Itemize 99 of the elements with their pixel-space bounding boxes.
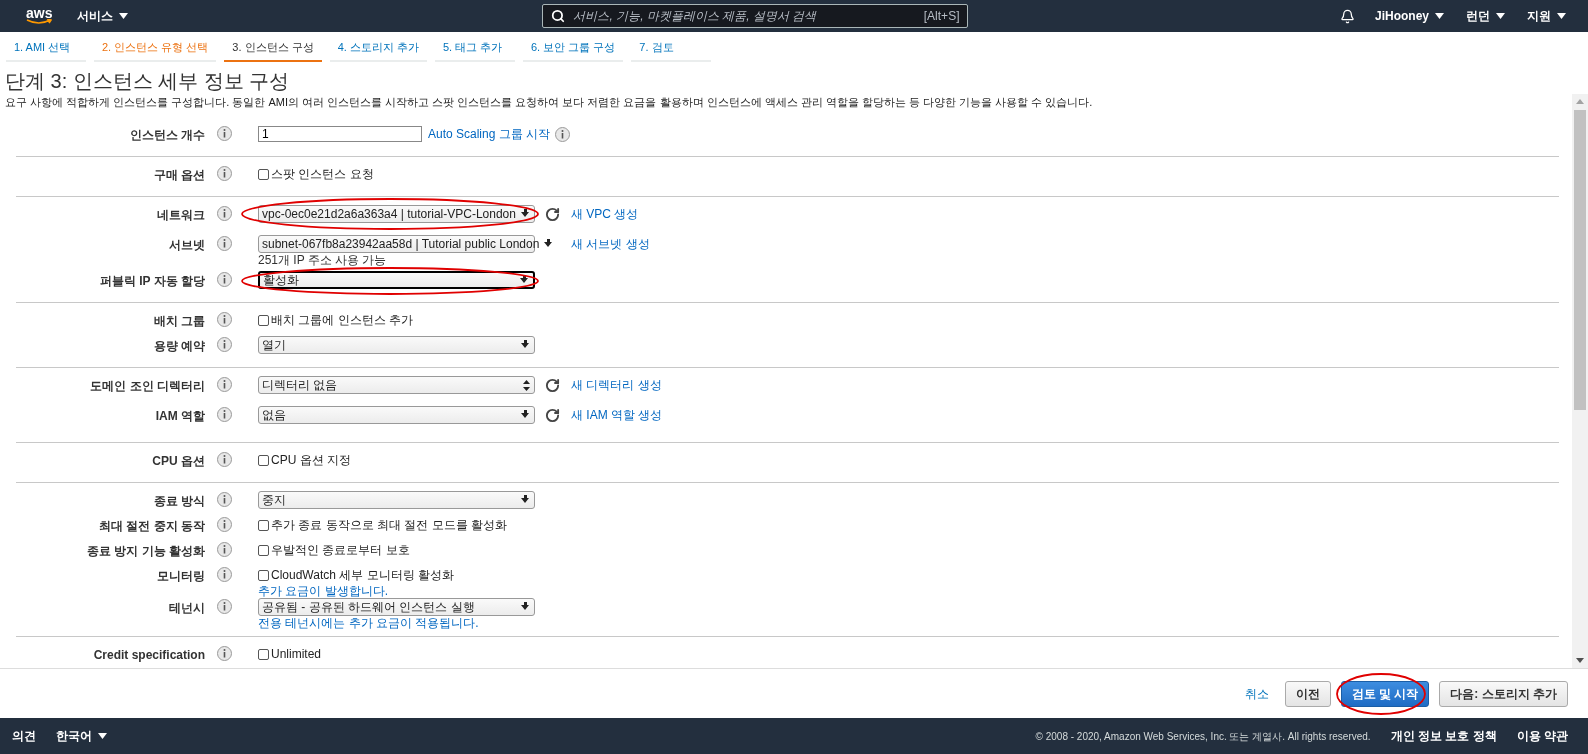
link[interactable]: 새 IAM 역할 생성 bbox=[571, 406, 663, 424]
field-label: 종료 방식 bbox=[152, 493, 205, 510]
description-text: 요구 사항에 적합하게 인스턴스를 구성합니다. 동일한 AMI의 여러 인스턴스를 시작하고 스팟 인스턴스를 요청하여 보다 저렴한 요금을 활용하며 인스턴스에 액세스 관리 역할을 할당하는 등 다양한 기능을 사용할 수 있습니다. bbox=[5, 95, 1094, 110]
select-field[interactable]: 열기 bbox=[258, 336, 535, 354]
select-field[interactable]: 활성화 bbox=[258, 271, 535, 289]
review-launch-button[interactable]: 검토 및 시작 bbox=[1340, 680, 1430, 707]
step-tab[interactable]: 7. 검토 bbox=[631, 34, 712, 62]
link[interactable]: 전용 테넌시에는 추가 요금이 적용됩니다. bbox=[258, 616, 535, 630]
step-tab[interactable]: 3. 인스턴스 구성 bbox=[224, 34, 322, 62]
caret-icon bbox=[98, 733, 107, 739]
info-icon[interactable] bbox=[217, 312, 232, 327]
refresh-icon[interactable] bbox=[545, 377, 560, 393]
header-menu[interactable]: 지원 bbox=[1527, 7, 1566, 25]
footer-link[interactable]: 개인 정보 보호 정책 bbox=[1390, 727, 1497, 745]
info-icon[interactable] bbox=[217, 646, 232, 661]
step-tab[interactable]: 1. AMI 선택 bbox=[6, 34, 86, 62]
field-label: 인스턴스 개수 bbox=[128, 127, 205, 144]
link[interactable]: Auto Scaling 그룹 시작 bbox=[428, 125, 551, 143]
field-label: 테넌시 bbox=[168, 600, 205, 617]
checkbox[interactable] bbox=[258, 569, 269, 581]
footer-link[interactable]: 이용 약관 bbox=[1516, 727, 1568, 745]
logo[interactable]: aws bbox=[26, 7, 53, 25]
step-tab[interactable]: 5. 태그 추가 bbox=[434, 34, 515, 62]
caret-icon bbox=[1557, 13, 1566, 19]
hint-text: 251개 IP 주소 사용 가능 bbox=[258, 253, 388, 267]
link[interactable]: 새 VPC 생성 bbox=[571, 205, 639, 223]
checkbox-option[interactable]: CPU 옵션 지정 bbox=[258, 451, 351, 469]
select-field[interactable]: vpc-0ec0e21d2a6a363a4 | tutorial-VPC-London bbox=[258, 205, 535, 223]
input-field[interactable]: 1 bbox=[258, 126, 422, 142]
search-field[interactable]: 서비스, 기능, 마켓플레이스 제품, 설명서 검색 [Alt+S] bbox=[542, 4, 969, 28]
field-label: 배치 그룹 bbox=[152, 313, 205, 330]
info-icon[interactable] bbox=[217, 236, 232, 251]
page-title: 단계 3: 인스턴스 세부 정보 구성 bbox=[5, 69, 291, 94]
next-button[interactable]: 다음: 스토리지 추가 bbox=[1439, 680, 1568, 707]
checkbox-option[interactable]: 스팟 인스턴스 요청 bbox=[258, 165, 374, 183]
info-icon[interactable] bbox=[217, 377, 232, 392]
link[interactable]: 새 디렉터리 생성 bbox=[571, 376, 662, 394]
checkbox-option[interactable]: 배치 그룹에 인스턴스 추가 bbox=[258, 311, 413, 329]
header-menu[interactable]: JiHooney bbox=[1375, 7, 1444, 25]
field-label: IAM 역할 bbox=[154, 408, 205, 425]
info-icon[interactable] bbox=[217, 337, 232, 352]
field-label: Credit specification bbox=[92, 647, 205, 664]
step-tab[interactable]: 4. 스토리지 추가 bbox=[329, 34, 427, 62]
field-label: 퍼블릭 IP 자동 할당 bbox=[98, 273, 205, 290]
caret-icon bbox=[1496, 13, 1505, 19]
checkbox-option[interactable]: 우발적인 종료로부터 보호 bbox=[258, 541, 410, 559]
checkbox[interactable] bbox=[258, 314, 269, 326]
checkbox-option[interactable]: CloudWatch 세부 모니터링 활성화 bbox=[258, 566, 454, 584]
checkbox[interactable] bbox=[258, 519, 269, 531]
refresh-icon[interactable] bbox=[545, 407, 560, 423]
select-field[interactable]: 없음 bbox=[258, 406, 535, 424]
field-label: 서브넷 bbox=[168, 237, 205, 254]
field-label: 종료 방지 기능 활성화 bbox=[86, 543, 205, 560]
step-tab[interactable]: 6. 보안 그룹 구성 bbox=[522, 34, 624, 62]
field-label: 모니터링 bbox=[156, 568, 205, 585]
select-field[interactable]: 공유됨 - 공유된 하드웨어 인스턴스 실행 bbox=[258, 598, 535, 616]
checkbox-option[interactable]: Unlimited bbox=[258, 645, 321, 663]
link[interactable]: 새 서브넷 생성 bbox=[571, 235, 650, 253]
caret-icon bbox=[119, 13, 129, 19]
select-field[interactable]: 중지 bbox=[258, 491, 535, 509]
notifications-icon[interactable] bbox=[1340, 8, 1355, 24]
language-menu[interactable]: 한국어 bbox=[56, 727, 107, 745]
caret-icon bbox=[1435, 13, 1444, 19]
field-label: CPU 옵션 bbox=[151, 453, 205, 470]
info-icon[interactable] bbox=[217, 272, 232, 287]
copyright-text: © 2008 - 2020, Amazon Web Services, Inc. 또는 계열사. All rights reserved. bbox=[1035, 729, 1371, 744]
refresh-icon[interactable] bbox=[545, 206, 560, 222]
field-label: 구매 옵션 bbox=[152, 167, 205, 184]
info-icon[interactable] bbox=[217, 407, 232, 422]
header-menu[interactable]: 런던 bbox=[1466, 7, 1505, 25]
select-field[interactable]: 디렉터리 없음 bbox=[258, 376, 535, 394]
scroll-down-icon[interactable] bbox=[1576, 658, 1584, 663]
info-icon[interactable] bbox=[555, 126, 571, 142]
info-icon[interactable] bbox=[217, 599, 232, 614]
info-icon[interactable] bbox=[217, 166, 232, 181]
checkbox-option[interactable]: 추가 종료 동작으로 최대 절전 모드를 활성화 bbox=[258, 516, 507, 534]
info-icon[interactable] bbox=[217, 126, 232, 141]
info-icon[interactable] bbox=[217, 542, 232, 557]
cancel-link[interactable]: 취소 bbox=[1244, 684, 1269, 703]
info-icon[interactable] bbox=[217, 492, 232, 507]
services-menu[interactable]: 서비스 bbox=[77, 7, 129, 25]
info-icon[interactable] bbox=[217, 206, 232, 221]
checkbox[interactable] bbox=[258, 544, 269, 556]
search-icon bbox=[551, 9, 566, 23]
field-label: 용량 예약 bbox=[152, 338, 205, 355]
info-icon[interactable] bbox=[217, 452, 232, 467]
checkbox[interactable] bbox=[258, 168, 269, 180]
shortcut-hint: [Alt+S] bbox=[923, 8, 960, 25]
field-label: 도메인 조인 디렉터리 bbox=[89, 378, 205, 395]
field-label: 네트워크 bbox=[156, 207, 205, 224]
link[interactable]: 추가 요금이 발생합니다. bbox=[258, 584, 454, 598]
field-label: 최대 절전 중지 동작 bbox=[98, 518, 205, 535]
checkbox[interactable] bbox=[258, 454, 269, 466]
checkbox[interactable] bbox=[258, 648, 269, 660]
info-icon[interactable] bbox=[217, 517, 232, 532]
feedback-link[interactable]: 의견 bbox=[12, 727, 36, 745]
previous-button[interactable]: 이전 bbox=[1284, 680, 1331, 707]
info-icon[interactable] bbox=[217, 567, 232, 582]
scrollbar[interactable] bbox=[1572, 94, 1588, 668]
